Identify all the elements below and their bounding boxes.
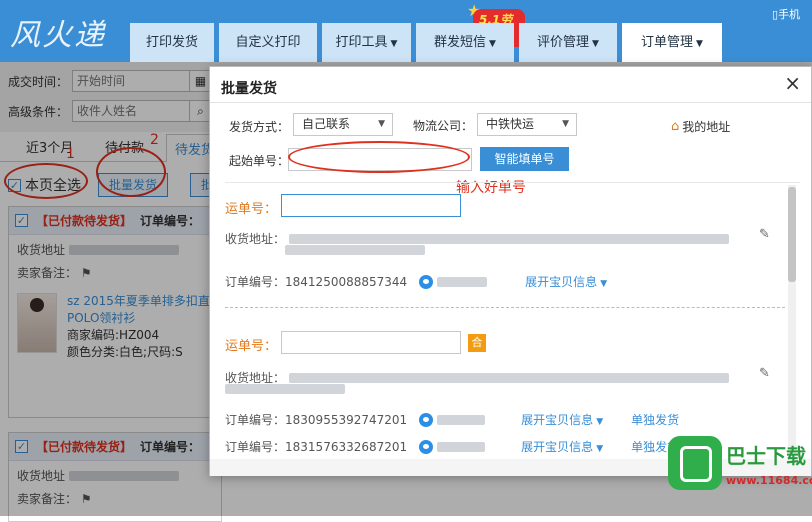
- caret-down-icon: ▼: [596, 444, 604, 454]
- watermark-url: www.11684.com: [726, 474, 812, 487]
- tab-group-sms[interactable]: 群发短信 ▼: [416, 23, 514, 62]
- close-icon[interactable]: ×: [784, 71, 801, 95]
- merge-badge[interactable]: 合: [468, 334, 486, 352]
- edit-icon[interactable]: ✎: [759, 366, 770, 381]
- tab-custom-print[interactable]: 自定义打印: [219, 23, 317, 62]
- list-scrollbar[interactable]: [788, 185, 796, 455]
- scrollbar-thumb[interactable]: [788, 187, 796, 282]
- waybill-label: 运单号：: [225, 202, 278, 217]
- single-ship-link[interactable]: 单独发货: [631, 411, 679, 428]
- redacted-address: [285, 245, 425, 255]
- order-line: 订单编号： 1830955392747201 展开宝贝信息 ▼ 单独发货: [225, 411, 680, 428]
- chevron-down-icon: ▼: [696, 39, 703, 49]
- annotation-circle-start-number: [288, 141, 470, 173]
- redacted-address: [289, 372, 730, 383]
- logistics-value: 中铁快运: [486, 117, 535, 131]
- expand-items-link[interactable]: 展开宝贝信息 ▼: [521, 411, 603, 428]
- edit-icon[interactable]: ✎: [759, 227, 770, 242]
- top-header: 风火递 ★ 5.1劳动节 ▯手机 打印发货 自定义打印 打印工具▼ 群发短信▼ …: [0, 0, 812, 62]
- redacted-buyer: [437, 414, 486, 425]
- ship-method-select[interactable]: 自己联系 ▼: [293, 113, 393, 136]
- order-line: 订单编号： 1841250088857344 展开宝贝信息 ▼: [225, 273, 608, 290]
- app-logo: 风火递: [10, 18, 106, 53]
- tab-review-manage[interactable]: 评价管理 ▼: [519, 23, 617, 62]
- wangwang-chat-icon[interactable]: [419, 439, 434, 454]
- redacted-address: [289, 233, 730, 244]
- watermark-logo-icon: [668, 436, 722, 490]
- dialog-divider: [210, 102, 811, 103]
- watermark-title: 巴士下载: [726, 444, 806, 468]
- caret-down-icon: ▼: [596, 417, 604, 427]
- address-line-2: [225, 384, 345, 394]
- order-line: 订单编号： 1831576332687201 展开宝贝信息 ▼ 单独发货: [225, 438, 680, 455]
- wangwang-chat-icon[interactable]: [419, 274, 434, 289]
- address-line-2: [285, 245, 425, 255]
- logistics-label: 物流公司：: [413, 119, 474, 133]
- dialog-title: 批量发货: [221, 81, 277, 97]
- tab-print-ship[interactable]: 打印发货: [130, 23, 214, 62]
- mobile-link-label: 手机: [778, 8, 801, 21]
- record-divider: [225, 307, 785, 308]
- chevron-down-icon: ▼: [378, 119, 385, 129]
- chevron-down-icon: ▼: [592, 39, 599, 49]
- shipment-list: 运单号： 收货地址： ✎ 订单编号： 1841250088857344 展开宝贝…: [225, 182, 800, 457]
- waybill-input[interactable]: [281, 194, 461, 217]
- chevron-down-icon: ▼: [562, 119, 569, 129]
- tab-print-tools[interactable]: 打印工具 ▼: [322, 23, 411, 62]
- ship-method-label: 发货方式：: [229, 120, 290, 134]
- chevron-down-icon: ▼: [489, 39, 496, 49]
- watermark: 巴士下载 www.11684.com: [660, 430, 812, 516]
- smart-fill-button[interactable]: 智能填单号: [480, 147, 569, 171]
- waybill-label: 运单号：: [225, 339, 278, 354]
- start-number-label: 起始单号：: [229, 154, 290, 168]
- batch-ship-dialog: 批量发货 × 发货方式： 自己联系 ▼ 物流公司： 中铁快运 ▼ ⌂ 我的地址 起始…: [209, 66, 812, 476]
- redacted-buyer: [437, 276, 488, 287]
- ship-method-value: 自己联系: [302, 117, 351, 131]
- order-number: 1831576332687201: [285, 439, 408, 454]
- tab-order-manage[interactable]: 订单管理 ▼: [622, 23, 722, 62]
- shipment-record: 运单号： 收货地址： ✎ 订单编号： 1841250088857344 展开宝贝…: [225, 183, 785, 313]
- my-address-link[interactable]: ⌂ 我的地址: [671, 118, 730, 135]
- expand-items-link[interactable]: 展开宝贝信息 ▼: [525, 273, 607, 290]
- home-icon: ⌂: [671, 119, 680, 134]
- order-number: 1841250088857344: [285, 274, 408, 289]
- redacted-address: [225, 384, 345, 394]
- order-number: 1830955392747201: [285, 412, 408, 427]
- mobile-link[interactable]: ▯手机: [772, 6, 800, 22]
- redacted-buyer: [437, 441, 486, 452]
- wangwang-chat-icon[interactable]: [419, 412, 434, 427]
- chevron-down-icon: ▼: [390, 39, 398, 49]
- my-address-label: 我的地址: [682, 120, 731, 134]
- expand-items-link[interactable]: 展开宝贝信息 ▼: [521, 438, 603, 455]
- logistics-select[interactable]: 中铁快运 ▼: [477, 113, 577, 136]
- main-nav: 打印发货 自定义打印 打印工具 ▼ 群发短信 ▼ 评价管理 ▼ 订单管理 ▼: [130, 23, 727, 62]
- caret-down-icon: ▼: [600, 279, 608, 289]
- waybill-input[interactable]: [281, 331, 461, 354]
